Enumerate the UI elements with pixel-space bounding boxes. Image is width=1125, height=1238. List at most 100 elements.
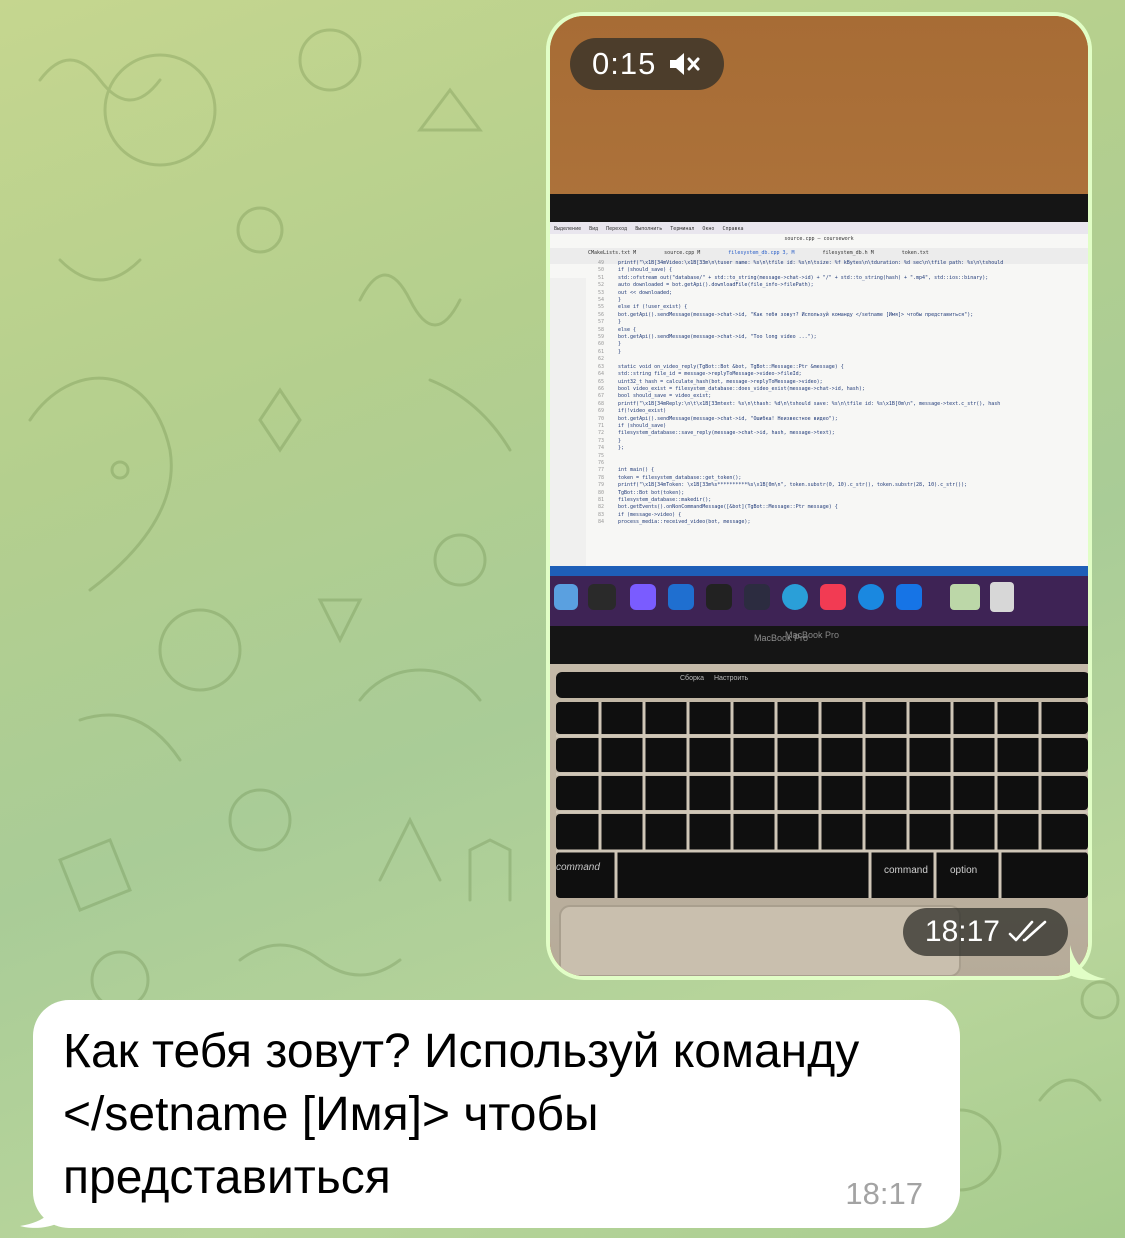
screen-line-number: 56	[598, 311, 605, 318]
screen-code-text: static void on_video_reply(TgBot::Bot &b…	[618, 363, 844, 370]
screen-code-line: 74};	[598, 445, 1084, 452]
screen-line-number: 71	[598, 422, 605, 429]
screen-code-line: 81 filesystem_database::makedir();	[598, 497, 1084, 504]
screen-code-line: 64 std::string file_id = message->replyTo…	[598, 371, 1084, 378]
screen-code-line: 52 auto downloaded = bot.getApi().downloa…	[598, 282, 1084, 289]
screen-menu-item: Выполнить	[635, 226, 663, 232]
incoming-message-bubble[interactable]: Как тебя зовут? Используй команду </setn…	[33, 1000, 960, 1228]
touchbar: Сборка Настроить	[680, 675, 748, 682]
screen-code-line: 70 bot.getApi().sendMessage(message->chat…	[598, 416, 1084, 423]
screen-line-number: 57	[598, 319, 605, 326]
screen-line-number: 53	[598, 289, 605, 296]
screen-line-number: 60	[598, 341, 605, 348]
screen-line-number: 62	[598, 356, 605, 363]
screen-line-number: 75	[598, 452, 605, 459]
laptop-screen-content: Выделение Вид Переход Выполнить Терминал…	[554, 226, 1084, 566]
screen-code-line: 51 std::ofstream out("database/" + std::t…	[598, 275, 1084, 282]
speaker-muted-icon[interactable]	[668, 51, 702, 77]
screen-code-line: 56 bot.getApi().sendMessage(message->chat…	[598, 312, 1084, 319]
video-time-pill: 18:17	[902, 908, 1068, 956]
screen-code-text: TgBot::Bot bot(token);	[618, 489, 685, 496]
screen-code-line: 83 if (message->video) {	[598, 512, 1084, 519]
screen-code-line: 53 out << downloaded;	[598, 290, 1084, 297]
key-label-command-left: command	[556, 862, 600, 873]
screen-code-line: 80 TgBot::Bot bot(token);	[598, 490, 1084, 497]
screen-line-number: 80	[598, 489, 605, 496]
screen-line-number: 67	[598, 393, 605, 400]
screen-code-text: auto downloaded = bot.getApi().downloadF…	[618, 282, 814, 289]
screen-line-number: 64	[598, 371, 605, 378]
screen-code-line: 50 if (should_save) {	[598, 267, 1084, 274]
screen-menu-item: Справка	[722, 226, 744, 232]
screen-line-number: 65	[598, 378, 605, 385]
screen-code-text: printf("\x1B[34mReply:\n\t\x1B[33mtext: …	[618, 400, 1001, 407]
screen-line-number: 78	[598, 474, 605, 481]
screen-code-line: 62	[598, 356, 1084, 363]
screen-code-text: process_media::received_video(bot, messa…	[618, 519, 751, 526]
screen-code-line: 57}	[598, 319, 1084, 326]
screen-menu-item: Окно	[702, 226, 715, 232]
screen-menu-item: Вид	[589, 226, 599, 232]
screen-line-number: 52	[598, 282, 605, 289]
screen-code-line: 55 else if (!user_exist) {	[598, 304, 1084, 311]
screen-line-number: 72	[598, 430, 605, 437]
outgoing-bubble-tail	[1070, 945, 1106, 981]
screen-code-text: int main() {	[618, 467, 655, 474]
screen-code-text: bot.getApi().sendMessage(message->chat->…	[618, 334, 817, 341]
screen-code-line: 79 printf("\x1B[34mToken: \x1B[33m%s*****…	[598, 482, 1084, 489]
screen-line-number: 77	[598, 467, 605, 474]
screen-line-number: 61	[598, 348, 605, 355]
screen-code-text: std::string file_id = message->replyToMe…	[618, 371, 802, 378]
screen-code-line: 71 if (should_save)	[598, 423, 1084, 430]
screen-code-line: 65 uint32_t hash = calculate_hash(bot, me…	[598, 379, 1084, 386]
screen-line-number: 58	[598, 326, 605, 333]
screen-code-text: if (should_save) {	[618, 267, 673, 274]
screen-line-number: 84	[598, 519, 605, 526]
screen-code-text: printf("\x1B[34mToken: \x1B[33m%s*******…	[618, 482, 968, 489]
message-time: 18:17	[845, 1176, 923, 1211]
video-message-bubble[interactable]: MacBook Pro Выделение Вид Переход Выполн…	[546, 12, 1092, 980]
screen-code-text: if (should_save)	[618, 422, 667, 429]
screen-line-number: 74	[598, 445, 605, 452]
screen-window-title: source.cpp — coursework	[784, 236, 854, 242]
screen-code-text: if(!video_exist)	[618, 408, 667, 415]
screen-code-line: 68 printf("\x1B[34mReply:\n\t\x1B[33mtext…	[598, 401, 1084, 408]
screen-code-line: 78 token = filesystem_database::get_token…	[598, 475, 1084, 482]
message-text: Как тебя зовут? Используй команду </setn…	[63, 1025, 860, 1204]
screen-code-text: printf("\x1B[34mVideo:\x1B[33m\n\tuser n…	[618, 260, 1004, 266]
message-time: 18:17	[924, 915, 1000, 948]
screen-code-line: 61}	[598, 349, 1084, 356]
screen-tab: filesystem_db.cpp 3, M	[728, 250, 795, 256]
screen-code-line: 82 bot.getEvents().onNonCommandMessage([&…	[598, 504, 1084, 511]
screen-tab: filesystem_db.h M	[822, 250, 874, 256]
screen-code-line: 59 bot.getApi().sendMessage(message->chat…	[598, 334, 1084, 341]
screen-tab: token.txt	[901, 250, 929, 256]
screen-line-number: 76	[598, 459, 605, 466]
screen-code-line: 66 bool video_exist = filesystem_database…	[598, 386, 1084, 393]
video-duration-pill[interactable]: 0:15	[570, 38, 725, 90]
screen-code-line: 73}	[598, 438, 1084, 445]
touchbar-item: Сборка	[680, 675, 704, 682]
screen-code-line: 76	[598, 460, 1084, 467]
screen-editor-tabs: CMakeLists.txt M source.cpp M filesystem…	[554, 246, 1084, 260]
screen-line-number: 55	[598, 304, 605, 311]
screen-code-text: token = filesystem_database::get_token()…	[618, 474, 742, 481]
key-label-option-right: option	[950, 865, 978, 876]
screen-code-text: if (message->video) {	[618, 511, 682, 518]
screen-code-text: }	[618, 437, 622, 444]
screen-line-number: 59	[598, 334, 605, 341]
screen-code-line: 84 process_media::received_video(bot, mes…	[598, 519, 1084, 526]
screen-line-number: 81	[598, 497, 605, 503]
screen-line-number: 83	[598, 511, 605, 518]
screen-code-text: out << downloaded;	[618, 289, 673, 296]
video-player[interactable]: MacBook Pro Выделение Вид Переход Выполн…	[550, 16, 1088, 976]
screen-tab: source.cpp M	[664, 250, 701, 256]
screen-code-editor: 49 printf("\x1B[34mVideo:\x1B[33m\n\tuser…	[554, 260, 1084, 527]
screen-line-number: 68	[598, 400, 605, 407]
screen-code-text: bot.getApi().sendMessage(message->chat->…	[618, 415, 838, 422]
screen-code-text: };	[618, 445, 625, 452]
screen-code-line: 75	[598, 453, 1084, 460]
screen-code-text: bool video_exist = filesystem_database::…	[618, 385, 865, 392]
screen-code-text: else {	[618, 326, 637, 333]
screen-menu-item: Терминал	[670, 226, 695, 232]
